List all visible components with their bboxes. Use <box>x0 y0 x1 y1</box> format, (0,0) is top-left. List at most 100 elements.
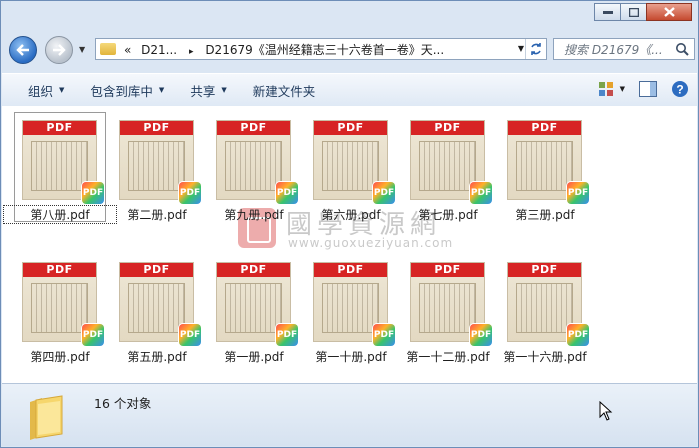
pdf-label: PDF <box>217 121 290 135</box>
breadcrumb-current[interactable]: D21679《温州经籍志三十六卷首一卷》天... <box>205 43 444 57</box>
pdf-label: PDF <box>508 263 581 277</box>
scan-preview <box>225 283 282 333</box>
pdf-label: PDF <box>23 121 96 135</box>
help-button[interactable]: ? <box>671 80 689 98</box>
file-name[interactable]: 第七册.pdf <box>392 206 504 223</box>
pdf-app-icon: PDF <box>470 324 492 346</box>
file-name[interactable]: 第一十册.pdf <box>295 348 407 365</box>
file-item[interactable]: PDF PDF 第六册.pdf <box>305 112 397 222</box>
file-item[interactable]: PDF PDF 第一十册.pdf <box>305 254 397 364</box>
preview-pane-button[interactable] <box>639 81 657 97</box>
maximize-button[interactable] <box>620 3 647 21</box>
details-pane: 16 个对象 <box>2 383 697 446</box>
mouse-cursor-icon <box>599 401 613 421</box>
pdf-label: PDF <box>120 263 193 277</box>
scan-preview <box>419 283 476 333</box>
organize-menu[interactable]: 组织 ▼ <box>28 81 64 100</box>
maximize-icon <box>628 7 639 17</box>
share-menu[interactable]: 共享 ▼ <box>190 81 226 100</box>
scan-preview <box>322 141 379 191</box>
file-name[interactable]: 第二册.pdf <box>101 206 213 223</box>
scan-preview <box>516 141 573 191</box>
breadcrumb-separator[interactable]: ▸ <box>189 47 194 57</box>
refresh-button[interactable] <box>525 39 546 59</box>
address-bar[interactable]: « D21... ▸ D21679《温州经籍志三十六卷首一卷》天... ▼ <box>95 38 547 60</box>
file-item[interactable]: PDF PDF 第二册.pdf <box>111 112 203 222</box>
scan-preview <box>31 141 88 191</box>
explorer-window: ▼ « D21... ▸ D21679《温州经籍志三十六卷首一卷》天... ▼ … <box>0 0 699 448</box>
include-library-menu[interactable]: 包含到库中 ▼ <box>90 81 164 100</box>
scan-preview <box>516 283 573 333</box>
forward-button[interactable] <box>45 36 73 64</box>
svg-text:?: ? <box>676 83 683 97</box>
pdf-app-icon: PDF <box>373 324 395 346</box>
refresh-icon <box>531 43 541 55</box>
file-name[interactable]: 第一十二册.pdf <box>392 348 504 365</box>
file-item[interactable]: PDF PDF 第一册.pdf <box>208 254 300 364</box>
pdf-label: PDF <box>314 121 387 135</box>
watermark-url: www.guoxueziyuan.com <box>288 236 454 250</box>
pdf-app-icon: PDF <box>470 182 492 204</box>
pdf-label: PDF <box>217 263 290 277</box>
breadcrumb-item[interactable]: D21... <box>141 43 177 57</box>
search-icon[interactable] <box>675 42 689 56</box>
search-input[interactable]: 搜索 D21679《... <box>564 41 674 58</box>
pdf-label: PDF <box>23 263 96 277</box>
search-box[interactable]: 搜索 D21679《... <box>553 38 695 60</box>
minimize-button[interactable] <box>594 3 621 21</box>
arrow-left-icon <box>16 44 29 56</box>
pdf-label: PDF <box>120 121 193 135</box>
pdf-app-icon: PDF <box>276 324 298 346</box>
file-item[interactable]: PDF PDF 第五册.pdf <box>111 254 203 364</box>
file-name[interactable]: 第一册.pdf <box>198 348 310 365</box>
file-name[interactable]: 第六册.pdf <box>295 206 407 223</box>
pdf-label: PDF <box>411 121 484 135</box>
arrow-right-icon <box>53 44 66 56</box>
scan-preview <box>419 141 476 191</box>
file-item[interactable]: PDF PDF 第八册.pdf <box>3 112 117 224</box>
pdf-app-icon: PDF <box>567 324 589 346</box>
pdf-label: PDF <box>508 121 581 135</box>
pdf-app-icon: PDF <box>179 182 201 204</box>
pdf-app-icon: PDF <box>373 182 395 204</box>
file-item[interactable]: PDF PDF 第一十六册.pdf <box>499 254 591 364</box>
change-view-button[interactable]: ▼ <box>598 81 625 97</box>
new-folder-label: 新建文件夹 <box>252 83 316 99</box>
pdf-app-icon: PDF <box>82 182 104 204</box>
include-library-label: 包含到库中 <box>90 83 153 99</box>
file-name[interactable]: 第一十六册.pdf <box>489 348 601 365</box>
scan-preview <box>322 283 379 333</box>
file-item[interactable]: PDF PDF 第三册.pdf <box>499 112 591 222</box>
address-dropdown[interactable]: ▼ <box>518 44 524 53</box>
file-name[interactable]: 第四册.pdf <box>4 348 116 365</box>
caption-buttons <box>594 3 692 21</box>
recent-pages-dropdown[interactable]: ▼ <box>79 45 85 54</box>
file-name[interactable]: 第五册.pdf <box>101 348 213 365</box>
chevron-down-icon: ▼ <box>59 86 65 94</box>
close-button[interactable] <box>646 3 692 21</box>
file-item[interactable]: PDF PDF 第七册.pdf <box>402 112 494 222</box>
pdf-app-icon: PDF <box>82 324 104 346</box>
item-count: 16 个对象 <box>94 396 152 411</box>
chevron-down-icon[interactable]: ▼ <box>620 85 625 93</box>
chevron-down-icon: ▼ <box>158 86 165 94</box>
pdf-app-icon: PDF <box>276 182 298 204</box>
scan-preview <box>31 283 88 333</box>
pdf-label: PDF <box>314 263 387 277</box>
minimize-icon <box>602 11 613 14</box>
views-icon <box>598 82 613 96</box>
file-name[interactable]: 第三册.pdf <box>489 206 601 223</box>
file-item[interactable]: PDF PDF 第九册.pdf <box>208 112 300 222</box>
file-item[interactable]: PDF PDF 第四册.pdf <box>14 254 106 364</box>
file-name[interactable]: 第九册.pdf <box>198 206 310 223</box>
folder-icon <box>100 43 116 55</box>
new-folder-button[interactable]: 新建文件夹 <box>253 81 316 100</box>
breadcrumb: « D21... ▸ D21679《温州经籍志三十六卷首一卷》天... <box>124 41 444 58</box>
back-button[interactable] <box>9 36 37 64</box>
file-item[interactable]: PDF PDF 第一十二册.pdf <box>402 254 494 364</box>
command-bar: 组织 ▼ 包含到库中 ▼ 共享 ▼ 新建文件夹 ▼ ? <box>2 73 697 107</box>
breadcrumb-overflow[interactable]: « <box>124 43 131 57</box>
file-list[interactable]: 國學資源網 www.guoxueziyuan.com PDF PDF 第八册.pdf… <box>2 106 697 383</box>
navigation-bar: ▼ « D21... ▸ D21679《温州经籍志三十六卷首一卷》天... ▼ … <box>5 35 695 65</box>
file-name[interactable]: 第八册.pdf <box>3 205 117 224</box>
